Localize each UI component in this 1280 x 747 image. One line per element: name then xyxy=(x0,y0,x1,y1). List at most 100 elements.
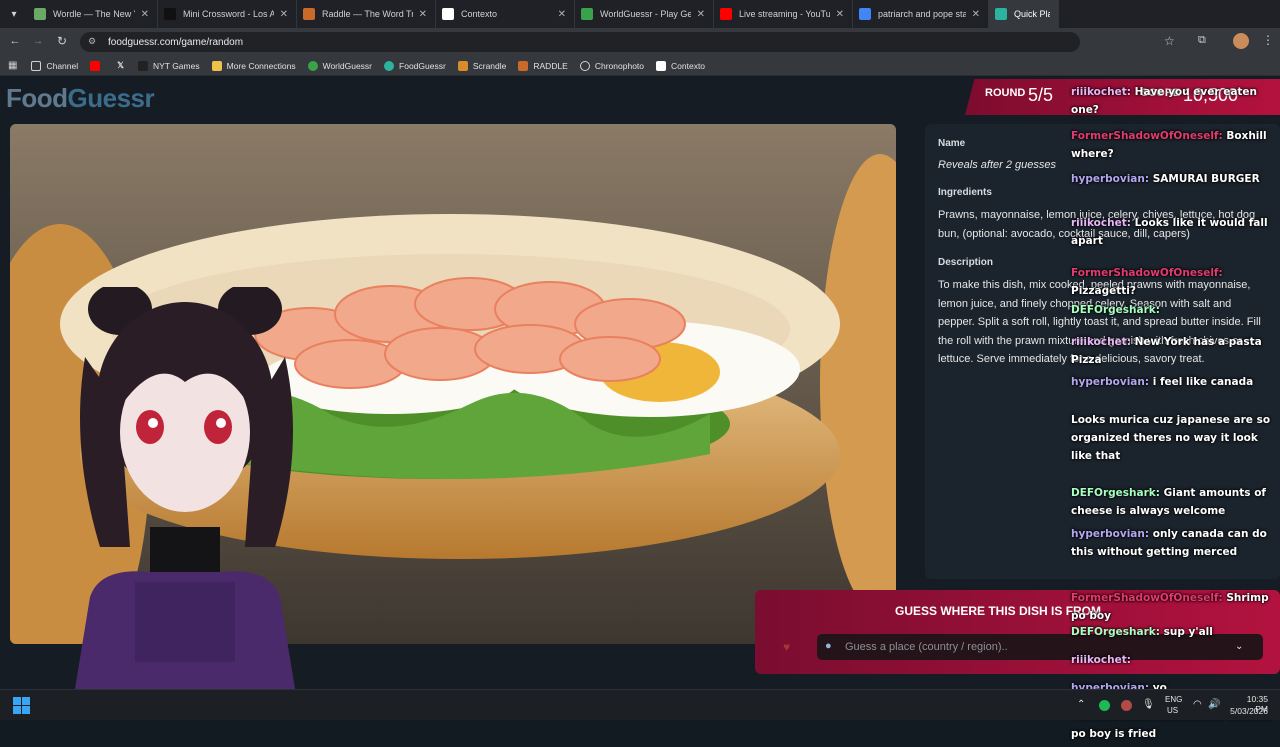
chat-message: DEFOrgeshark: sup y'all xyxy=(1071,623,1276,641)
globe-icon: ● xyxy=(825,640,832,652)
chat-username[interactable]: riiikochet: xyxy=(1071,336,1135,348)
address-url: foodguessr.com/game/random xyxy=(108,36,244,48)
chat-text: Looks murica cuz japanese are so organiz… xyxy=(1071,414,1271,462)
site-info-icon[interactable]: ⚙ xyxy=(88,36,100,48)
bookmark-worldguessr[interactable]: WorldGuessr xyxy=(307,60,372,71)
hint-icon[interactable]: ♥ xyxy=(783,640,790,654)
tab-favicon-icon xyxy=(720,8,732,20)
chat-text: sup y'all xyxy=(1163,626,1213,638)
bookmark-contexto[interactable]: Contexto xyxy=(656,60,705,71)
tab-favicon-icon xyxy=(581,8,593,20)
chat-username[interactable]: DEFOrgeshark: xyxy=(1071,626,1164,638)
browser-tab[interactable]: WorldGuessr - Play Geogr ✕ xyxy=(575,0,714,28)
tab-title: Wordle — The New York xyxy=(53,9,135,19)
tab-close-icon[interactable]: ✕ xyxy=(972,9,980,20)
reload-icon[interactable]: ↻ xyxy=(50,34,74,48)
tab-favicon-icon xyxy=(164,8,176,20)
chat-text: i feel like canada xyxy=(1152,376,1254,388)
chat-message: riiikochet: Looks like it would fall apa… xyxy=(1071,214,1276,250)
nyt-icon xyxy=(137,60,148,71)
browser-menu-icon[interactable]: ⋮ xyxy=(1262,33,1274,47)
contexto-icon xyxy=(656,60,667,71)
bookmark-star-icon[interactable]: ☆ xyxy=(1164,34,1175,48)
bookmark-youtube[interactable] xyxy=(90,60,105,71)
language-bottom[interactable]: US xyxy=(1167,706,1178,715)
bookmark-nyt-games[interactable]: NYT Games xyxy=(137,60,200,71)
bookmark-scrandle[interactable]: Scrandle xyxy=(457,60,506,71)
browser-tab[interactable]: Mini Crossword - Los Ang ✕ xyxy=(158,0,297,28)
tab-title: Contexto xyxy=(461,9,498,19)
tab-favicon-icon xyxy=(442,8,454,20)
name-heading: Name xyxy=(938,138,966,149)
chat-message: hyperbovian: SAMURAI BURGER xyxy=(1071,170,1276,188)
tab-search-icon[interactable]: ▾ xyxy=(0,0,28,28)
tab-close-icon[interactable]: ✕ xyxy=(836,9,844,20)
spotify-icon[interactable] xyxy=(1099,700,1110,711)
tab-favicon-icon xyxy=(34,8,46,20)
chat-username[interactable]: hyperbovian: xyxy=(1071,528,1153,540)
app-tray-icon[interactable] xyxy=(1121,700,1132,711)
tab-close-icon[interactable]: ✕ xyxy=(697,9,705,20)
tray-chevron-up-icon[interactable]: ⌃ xyxy=(1077,699,1085,710)
chat-username[interactable]: riiikochet: xyxy=(1071,217,1135,229)
language-top[interactable]: ENG xyxy=(1165,695,1182,704)
tab-close-icon[interactable]: ✕ xyxy=(141,9,149,20)
microphone-icon[interactable]: 🎙 xyxy=(1142,699,1155,710)
browser-tab[interactable]: Live streaming - YouTube ✕ xyxy=(714,0,853,28)
game-page: FoodGuessr ROUND 5/5 SCORE 10,500 Name R… xyxy=(0,77,1280,740)
chat-username[interactable]: hyperbovian: xyxy=(1071,173,1153,185)
clock-date[interactable]: 5/03/2026 xyxy=(1228,706,1268,716)
tab-close-icon[interactable]: ✕ xyxy=(419,9,427,20)
browser-tab[interactable]: Raddle — The Word Tran ✕ xyxy=(297,0,436,28)
chat-username[interactable]: FormerShadowOfOneself: xyxy=(1071,130,1226,142)
stream-chat-overlay: riiikochet: Have you ever eaten one? Form… xyxy=(1066,83,1280,747)
tab-close-icon[interactable]: ✕ xyxy=(280,9,288,20)
chat-message: DEFOrgeshark: xyxy=(1071,301,1276,319)
chat-text: SAMURAI BURGER xyxy=(1152,173,1260,185)
bookmark-raddle[interactable]: RADDLE xyxy=(518,60,568,71)
windows-start-icon[interactable] xyxy=(13,697,30,714)
tab-close-icon[interactable]: ✕ xyxy=(558,9,566,20)
browser-tab[interactable]: Contexto ✕ xyxy=(436,0,575,28)
forward-arrow-icon[interactable]: → xyxy=(26,35,50,47)
browser-tab[interactable]: patriarch and pope state ✕ xyxy=(853,0,989,28)
bookmark-x[interactable]: 𝕏 xyxy=(117,60,126,71)
windows-taskbar: ⌃ 🎙 ENG US ◠ 🔊 10:35 PM 5/03/2026 xyxy=(0,689,1280,720)
chat-message: DEFOrgeshark: Giant amounts of cheese is… xyxy=(1071,484,1276,520)
foodguessr-logo[interactable]: FoodGuessr xyxy=(6,83,155,114)
chat-username[interactable]: riiikochet: xyxy=(1071,86,1135,98)
tab-favicon-icon xyxy=(995,8,1007,20)
scrandle-icon xyxy=(457,60,468,71)
profile-avatar[interactable] xyxy=(1233,33,1249,49)
browser-tab[interactable]: Quick Play - Foo xyxy=(989,0,1059,28)
camera-icon xyxy=(579,60,590,71)
back-arrow-icon[interactable]: ← xyxy=(3,35,27,47)
globe-icon xyxy=(307,60,318,71)
chat-username[interactable]: DEFOrgeshark: xyxy=(1071,487,1164,499)
chat-message: Looks murica cuz japanese are so organiz… xyxy=(1071,411,1276,465)
youtube-icon xyxy=(90,60,101,71)
bookmark-channel[interactable]: Channel xyxy=(31,60,78,71)
wifi-icon[interactable]: ◠ xyxy=(1193,699,1202,710)
browser-tab-strip: ▾ Wordle — The New York✕Mini Crossword -… xyxy=(0,0,1280,28)
apps-grid-icon[interactable]: ▦ xyxy=(8,60,17,71)
tab-favicon-icon xyxy=(303,8,315,20)
x-logo-icon: 𝕏 xyxy=(117,60,124,70)
bookmark-chronophoto[interactable]: Chronophoto xyxy=(579,60,644,71)
chat-username[interactable]: hyperbovian: xyxy=(1071,376,1153,388)
folder-icon xyxy=(31,60,42,71)
tab-title: Mini Crossword - Los Ang xyxy=(183,9,274,19)
chat-username[interactable]: DEFOrgeshark: xyxy=(1071,304,1160,316)
bookmark-foodguessr[interactable]: FoodGuessr xyxy=(384,60,446,71)
vtuber-avatar xyxy=(75,287,295,689)
bookmark-more-connections[interactable]: More Connections xyxy=(211,60,296,71)
browser-tab[interactable]: Wordle — The New York ✕ xyxy=(28,0,158,28)
chat-username[interactable]: FormerShadowOfOneself: xyxy=(1071,267,1223,279)
chat-message: hyperbovian: only canada can do this wit… xyxy=(1071,525,1276,561)
address-bar[interactable]: ⚙ foodguessr.com/game/random xyxy=(80,32,1080,52)
chat-username[interactable]: FormerShadowOfOneself: xyxy=(1071,592,1226,604)
chat-username[interactable]: riiikochet: xyxy=(1071,654,1131,666)
volume-icon[interactable]: 🔊 xyxy=(1208,699,1220,710)
chat-text: Pizzagetti? xyxy=(1071,285,1136,297)
extensions-icon[interactable]: ⧉ xyxy=(1198,34,1206,47)
